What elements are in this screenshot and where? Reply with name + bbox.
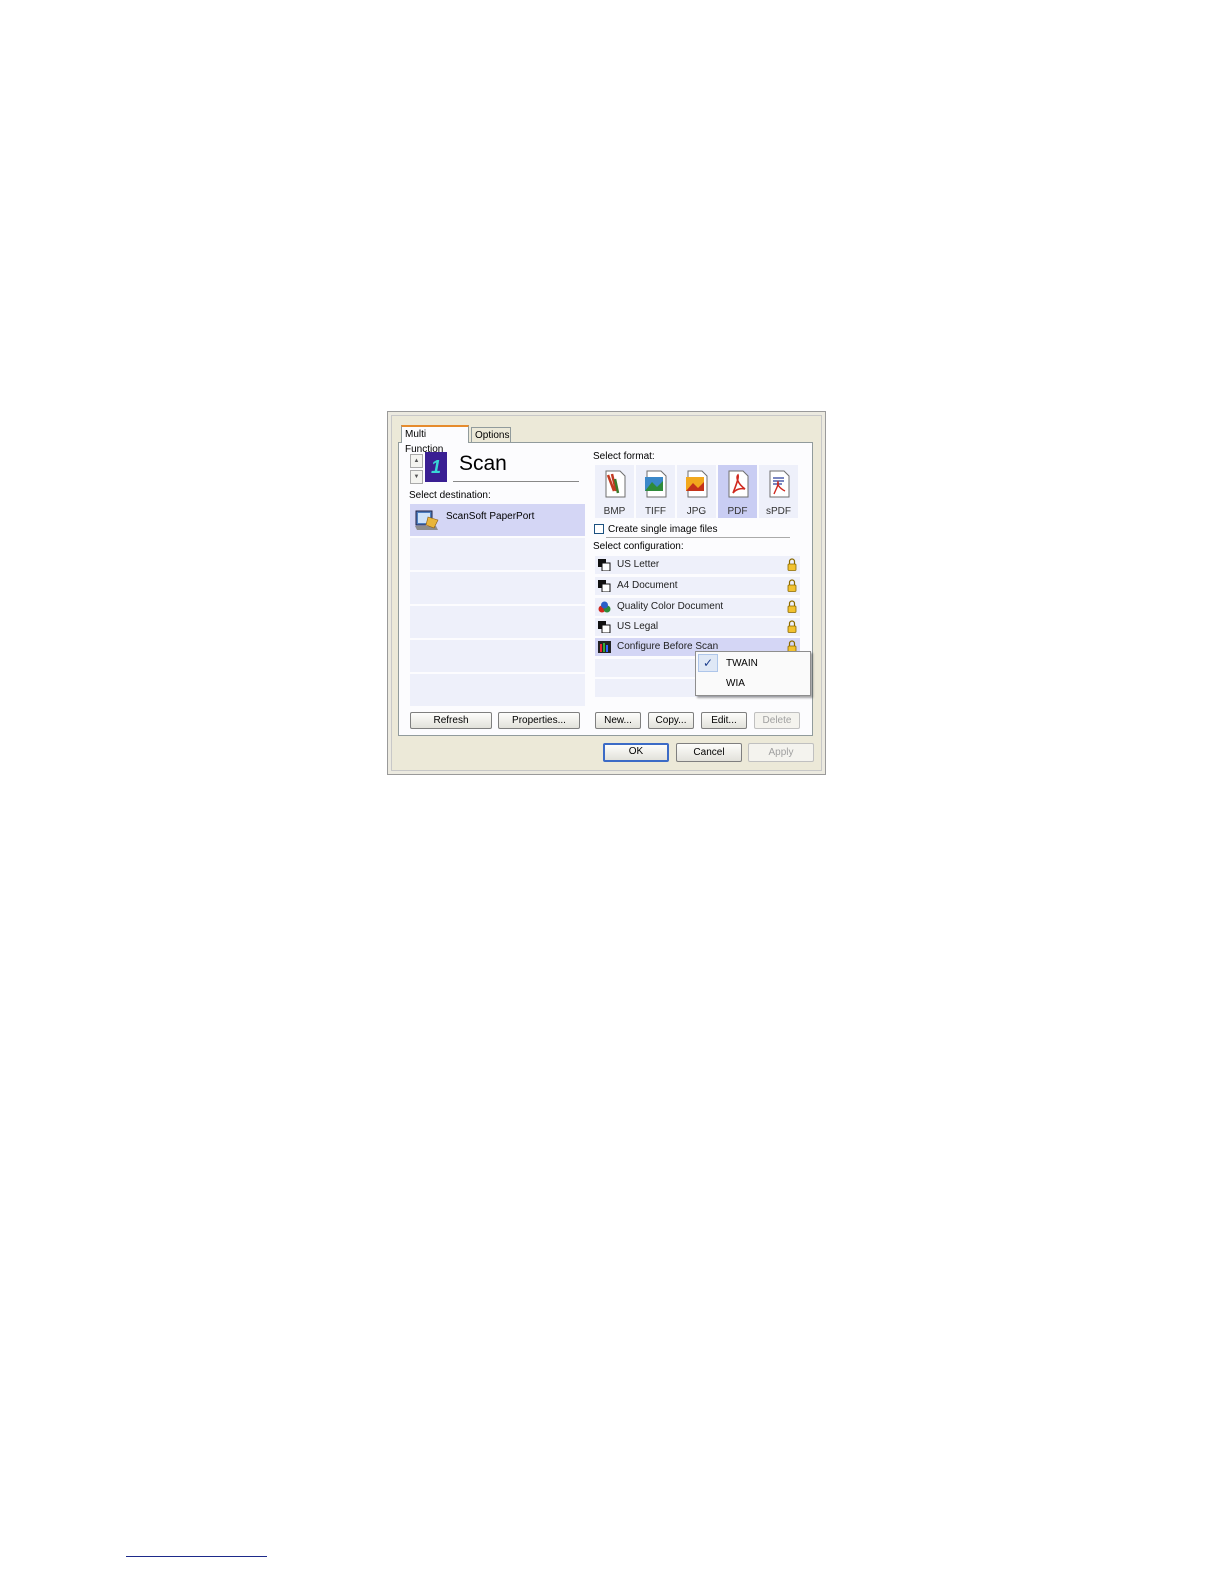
list-item[interactable] (410, 640, 585, 672)
format-label-pdf: PDF (727, 506, 748, 517)
cancel-button[interactable]: Cancel (676, 743, 742, 762)
spdf-icon (769, 470, 790, 498)
format-label-jpg: JPG (686, 506, 707, 517)
checkmark-icon: ✓ (698, 654, 718, 672)
format-spdf[interactable]: sPDF (759, 465, 798, 518)
single-image-label: Create single image files (608, 524, 718, 535)
list-item[interactable] (410, 674, 585, 706)
context-menu: ✓ TWAIN WIA (695, 651, 811, 696)
jpg-icon (686, 470, 708, 498)
delete-button[interactable]: Delete (754, 712, 800, 729)
lock-icon (787, 620, 797, 633)
scan-title: Scan (459, 452, 507, 475)
format-tiff[interactable]: TIFF (636, 465, 675, 518)
config-quality-color-document[interactable]: Quality Color Document (595, 598, 800, 616)
edit-button[interactable]: Edit... (701, 712, 747, 729)
tab-options[interactable]: Options (471, 427, 511, 443)
tab-multi-function[interactable]: Multi Function (401, 425, 469, 455)
destination-label: Select destination: (409, 490, 491, 501)
config-us-legal[interactable]: US Legal (595, 618, 800, 636)
color-document-icon (598, 601, 611, 613)
format-label-tiff: TIFF (644, 506, 667, 517)
properties-button[interactable]: Properties... (498, 712, 580, 729)
format-bmp[interactable]: BMP (595, 465, 634, 518)
apply-button[interactable]: Apply (748, 743, 814, 762)
format-separator (606, 537, 790, 538)
format-jpg[interactable]: JPG (677, 465, 716, 518)
configuration-label: Select configuration: (593, 541, 684, 552)
menu-item-wia[interactable]: WIA (726, 678, 745, 689)
spin-down-icon[interactable]: ▼ (410, 470, 423, 484)
single-image-checkbox[interactable] (594, 524, 604, 534)
config-label: A4 Document (617, 580, 678, 591)
paperport-icon (415, 510, 439, 530)
list-item[interactable] (410, 538, 585, 570)
format-label: Select format: (593, 451, 655, 462)
bw-document-icon (598, 559, 611, 571)
configure-icon (598, 641, 611, 653)
copy-button[interactable]: Copy... (648, 712, 694, 729)
refresh-button[interactable]: Refresh (410, 712, 492, 729)
tiff-icon (645, 470, 667, 498)
button-spinner[interactable]: ▲ ▼ (410, 454, 423, 484)
new-button[interactable]: New... (595, 712, 641, 729)
bw-document-icon (598, 580, 611, 592)
config-label: Quality Color Document (617, 601, 724, 612)
format-pdf[interactable]: PDF (718, 465, 757, 518)
lock-icon (787, 600, 797, 613)
list-item[interactable] (410, 606, 585, 638)
config-label: US Letter (617, 559, 660, 570)
bmp-icon (605, 470, 626, 498)
destination-list[interactable]: ScanSoft PaperPort (410, 504, 585, 708)
config-label: US Legal (617, 621, 659, 632)
lock-icon (787, 558, 797, 571)
bw-document-icon (598, 621, 611, 633)
destination-name: ScanSoft PaperPort (446, 511, 535, 522)
lock-icon (787, 579, 797, 592)
list-item[interactable] (410, 572, 585, 604)
format-label-spdf: sPDF (766, 506, 791, 517)
ok-button[interactable]: OK (603, 743, 669, 762)
config-us-letter[interactable]: US Letter (595, 556, 800, 574)
format-label-bmp: BMP (603, 506, 626, 517)
menu-item-twain[interactable]: TWAIN (726, 658, 758, 669)
list-item[interactable]: ScanSoft PaperPort (410, 504, 585, 536)
pdf-icon (728, 470, 749, 498)
footnote-rule (126, 1556, 267, 1557)
title-underline (453, 481, 579, 482)
config-a4-document[interactable]: A4 Document (595, 577, 800, 595)
